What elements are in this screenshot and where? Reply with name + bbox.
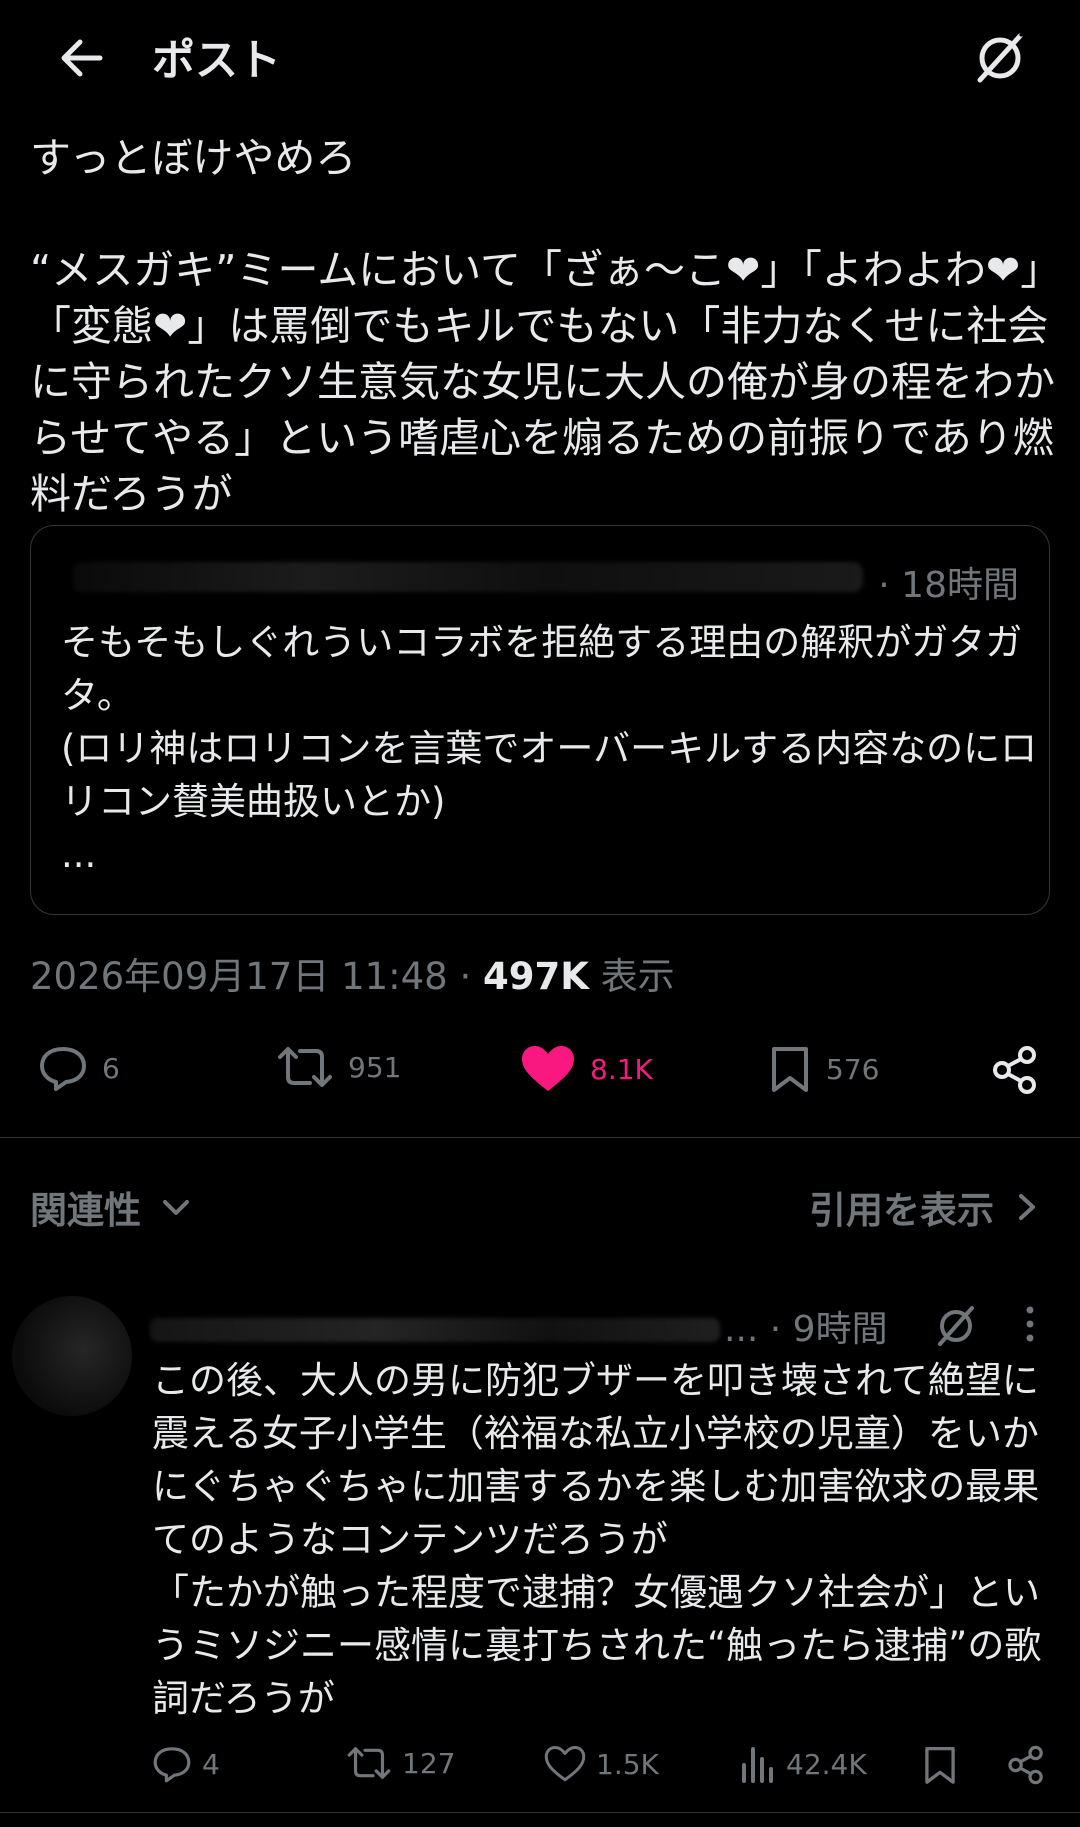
view-label: 表示 (600, 955, 675, 998)
reply-views-button[interactable]: 42.4K (740, 1745, 867, 1783)
reply-view-count: 42.4K (786, 1747, 867, 1781)
heart-icon (522, 1046, 574, 1091)
bookmark-button[interactable]: 576 (768, 1045, 879, 1093)
quoted-post-text: そもそもしぐれういコラボを拒絶する理由の解釈がガタガタ。 (ロリ神はロリコンを言… (61, 621, 1038, 876)
post-actions: 6 951 8.1K 576 (0, 1035, 1080, 1105)
reply-like-count: 1.5K (596, 1747, 659, 1781)
view-quotes-link[interactable]: 引用を表示 (809, 1180, 1040, 1234)
share-button[interactable] (990, 1045, 1054, 1095)
redacted-author (150, 1318, 720, 1342)
reply-post[interactable]: ... · 9時間 この後、大人の男に防犯ブザーを叩き壊されて絶望に震える女子小… (0, 1290, 1080, 1790)
reply-count: 6 (102, 1051, 120, 1085)
page-title: ポスト (152, 36, 281, 86)
more-icon[interactable] (1018, 1302, 1042, 1346)
repost-icon (278, 1047, 332, 1087)
reply-actions: 4 127 1.5K 42.4K (0, 1745, 1080, 1791)
reply-like-button[interactable]: 1.5K (544, 1745, 659, 1783)
reply-time: ... · 9時間 (724, 1300, 888, 1352)
reply-icon (40, 1047, 86, 1091)
reply-button[interactable]: 6 (38, 1045, 120, 1091)
post-timestamp[interactable]: 2026年09月17日 11:48 · (30, 955, 471, 998)
quoted-post-time: · 18時間 (878, 565, 1019, 606)
reply-reply-count: 4 (202, 1747, 220, 1781)
reply-time-text: · 9時間 (769, 1309, 888, 1350)
reply-name-suffix: ... (724, 1309, 759, 1350)
redacted-author (73, 562, 863, 592)
post-text: すっとぼけやめろ “メスガキ”ミームにおいて「ざぁ〜こ❤」「よわよわ❤」「変態❤… (30, 134, 1055, 518)
reply-text: この後、大人の男に防犯ブザーを叩き壊されて絶望に震える女子小学生（裕福な私立小学… (152, 1359, 1042, 1720)
back-arrow-icon[interactable] (58, 38, 104, 78)
reply-reply-button[interactable]: 4 (152, 1745, 220, 1783)
bookmark-icon (772, 1047, 808, 1092)
heart-icon (544, 1746, 586, 1782)
sort-dropdown[interactable]: 関連性 (30, 1180, 193, 1234)
quoted-post[interactable]: · 18時間 そもそもしぐれういコラボを拒絶する理由の解釈がガタガタ。 (ロリ神… (30, 525, 1050, 915)
avatar[interactable] (12, 1296, 132, 1416)
divider (0, 1812, 1080, 1813)
share-icon (1008, 1745, 1043, 1785)
like-button[interactable]: 8.1K (520, 1045, 653, 1093)
post-meta: 2026年09月17日 11:48 · 497K 表示 (30, 946, 675, 1000)
reply-icon (153, 1747, 191, 1783)
grok-icon[interactable] (972, 30, 1028, 86)
bookmark-icon (925, 1746, 955, 1784)
reply-bookmark-button[interactable] (922, 1745, 968, 1785)
reply-share-button[interactable] (1006, 1745, 1056, 1785)
sort-label: 関連性 (30, 1189, 141, 1232)
reply-repost-count: 127 (402, 1746, 456, 1780)
chevron-right-icon (1019, 1194, 1035, 1220)
repost-button[interactable]: 951 (276, 1045, 401, 1089)
reply-repost-button[interactable]: 127 (346, 1745, 455, 1781)
like-count: 8.1K (590, 1052, 653, 1086)
grok-icon[interactable] (934, 1304, 978, 1348)
share-icon (993, 1046, 1036, 1094)
views-icon (742, 1747, 773, 1783)
view-count: 497K (483, 955, 589, 998)
divider (0, 1137, 1080, 1138)
repost-icon (347, 1747, 391, 1779)
repost-count: 951 (348, 1050, 402, 1084)
bookmark-count: 576 (826, 1052, 880, 1086)
view-quotes-label: 引用を表示 (809, 1189, 994, 1232)
chevron-down-icon (163, 1200, 189, 1215)
top-bar: ポスト (0, 0, 1080, 118)
